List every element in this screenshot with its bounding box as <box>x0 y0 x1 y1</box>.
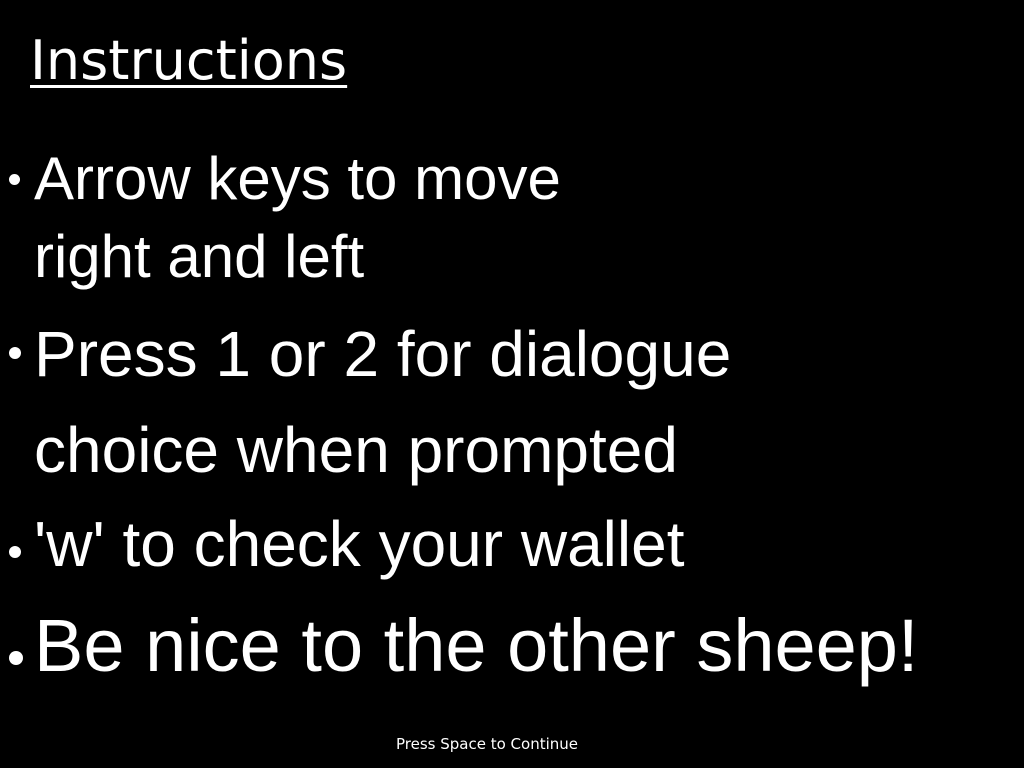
instruction-line: Be nice to the other sheep! <box>34 604 919 687</box>
instruction-text: Press 1 or 2 for dialogue choice when pr… <box>34 306 731 498</box>
instruction-line: Press 1 or 2 for dialogue <box>34 318 732 390</box>
page-title: Instructions <box>30 29 348 92</box>
bullet-icon <box>9 546 21 558</box>
instruction-text: 'w' to check your wallet <box>34 504 684 584</box>
bullet-icon <box>9 651 23 665</box>
instruction-line: right and left <box>34 223 365 290</box>
instruction-text: Be nice to the other sheep! <box>34 602 919 690</box>
instruction-line: choice when prompted <box>34 414 678 486</box>
instruction-text: Arrow keys to move right and left <box>34 140 561 296</box>
instruction-line: Arrow keys to move <box>34 145 561 212</box>
instructions-screen: Instructions Arrow keys to move right an… <box>0 0 1024 768</box>
bullet-icon <box>9 174 20 185</box>
instruction-line: 'w' to check your wallet <box>34 508 685 580</box>
continue-prompt: Press Space to Continue <box>396 735 578 753</box>
bullet-icon <box>9 347 21 359</box>
